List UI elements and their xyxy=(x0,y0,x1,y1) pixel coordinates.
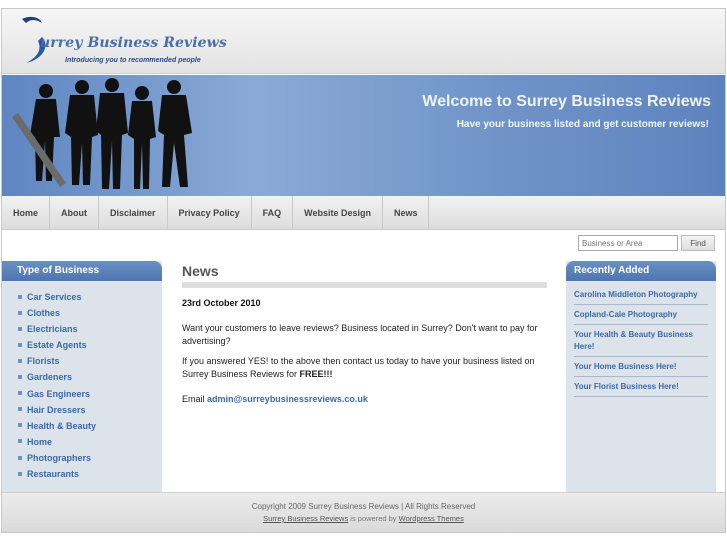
post-paragraph-2-text: If you answered YES! to the above then c… xyxy=(182,356,535,379)
type-of-business-heading: Type of Business xyxy=(2,261,162,281)
main-nav: Home About Disclaimer Privacy Policy FAQ… xyxy=(2,196,725,230)
category-label: Health & Beauty xyxy=(27,420,97,431)
bullet-icon xyxy=(18,375,22,380)
recently-added-list: Carolina Middleton Photography Copland-C… xyxy=(566,281,716,397)
category-label: Florists xyxy=(27,356,60,367)
site-footer: Copyright 2009 Surrey Business Reviews |… xyxy=(2,492,725,532)
recent-item-copland-cale[interactable]: Copland-Cale Photography xyxy=(574,307,708,325)
welcome-banner: Welcome to Surrey Business Reviews Have … xyxy=(2,75,725,196)
category-gardeners[interactable]: Gardeners xyxy=(2,369,162,385)
free-emphasis: FREE!!! xyxy=(299,369,333,379)
nav-privacy-policy[interactable]: Privacy Policy xyxy=(168,196,252,230)
category-restaurants[interactable]: Restaurants xyxy=(2,466,162,482)
bullet-icon xyxy=(18,359,22,363)
email-link[interactable]: admin@surreybusinessreviews.co.uk xyxy=(207,394,368,404)
category-label: Gas Engineers xyxy=(27,388,91,399)
nav-website-design[interactable]: Website Design xyxy=(293,196,383,230)
category-electricians[interactable]: Electricians xyxy=(2,321,162,337)
category-health-beauty[interactable]: Health & Beauty xyxy=(2,418,162,434)
bullet-icon xyxy=(18,407,22,412)
post-date: 23rd October 2010 xyxy=(182,298,261,308)
bullet-icon xyxy=(18,310,22,315)
nav-home[interactable]: Home xyxy=(2,196,51,230)
category-list: Car Services Clothes Electricians Estate… xyxy=(2,281,162,482)
category-photographers[interactable]: Photographers xyxy=(2,450,162,466)
post-paragraph-2: If you answered YES! to the above then c… xyxy=(182,355,547,381)
footer-site-link[interactable]: Surrey Business Reviews xyxy=(263,514,348,523)
post-paragraph-1: Want your customers to leave reviews? Bu… xyxy=(182,323,538,346)
bullet-icon xyxy=(18,294,22,299)
category-label: Home xyxy=(27,436,53,447)
category-label: Electricians xyxy=(27,324,78,335)
bullet-icon xyxy=(18,326,22,331)
page-title: News xyxy=(182,263,219,279)
recently-added-heading: Recently Added xyxy=(566,261,716,281)
footer-theme-link[interactable]: Wordpress Themes xyxy=(399,514,464,523)
recent-item-home-business[interactable]: Your Home Business Here! xyxy=(574,359,708,377)
bullet-icon xyxy=(18,455,22,460)
page-frame: urrey Business Reviews Introducing you t… xyxy=(1,8,726,533)
footer-powered-text: is powered by xyxy=(348,514,399,523)
category-car-services[interactable]: Car Services xyxy=(2,289,162,305)
category-label: Estate Agents xyxy=(27,340,87,351)
category-florists[interactable]: Florists xyxy=(2,353,162,369)
category-hair-dressers[interactable]: Hair Dressers xyxy=(2,402,162,418)
category-label: Gardeners xyxy=(27,372,73,383)
nav-disclaimer[interactable]: Disclaimer xyxy=(99,196,168,230)
category-estate-agents[interactable]: Estate Agents xyxy=(2,337,162,353)
recent-item-florist-business[interactable]: Your Florist Business Here! xyxy=(574,379,708,397)
nav-news[interactable]: News xyxy=(383,196,430,230)
left-sidebar: Type of Business Car Services Clothes El… xyxy=(2,261,162,492)
email-label: Email xyxy=(182,394,208,404)
category-label: Clothes xyxy=(27,308,61,319)
site-header: urrey Business Reviews Introducing you t… xyxy=(2,9,725,74)
category-home[interactable]: Home xyxy=(2,434,162,450)
banner-title: Welcome to Surrey Business Reviews xyxy=(422,93,711,110)
category-label: Hair Dressers xyxy=(27,404,86,415)
site-logo-title[interactable]: urrey Business Reviews xyxy=(40,35,227,51)
bullet-icon xyxy=(18,391,22,396)
post-email-line: Email admin@surreybusinessreviews.co.uk xyxy=(182,393,547,406)
category-clothes[interactable]: Clothes xyxy=(2,305,162,321)
nav-faq[interactable]: FAQ xyxy=(252,196,294,230)
bullet-icon xyxy=(18,423,22,428)
right-sidebar: Recently Added Carolina Middleton Photog… xyxy=(566,261,716,492)
footer-powered-by: Surrey Business Reviews is powered by Wo… xyxy=(2,514,725,523)
bullet-icon xyxy=(18,471,22,476)
recent-item-health-beauty[interactable]: Your Health & Beauty Business Here! xyxy=(574,327,708,357)
find-button[interactable]: Find xyxy=(681,235,715,251)
footer-copyright: Copyright 2009 Surrey Business Reviews |… xyxy=(251,502,476,511)
category-gas-engineers[interactable]: Gas Engineers xyxy=(2,386,162,402)
nav-about[interactable]: About xyxy=(50,196,100,230)
category-label: Car Services xyxy=(27,292,82,302)
category-label: Photographers xyxy=(27,452,92,463)
title-divider xyxy=(182,282,547,288)
workers-silhouette-icon xyxy=(12,78,192,189)
bullet-icon xyxy=(18,342,22,347)
banner-subtitle: Have your business listed and get custom… xyxy=(456,119,709,130)
site-tagline: Introducing you to recommended people xyxy=(65,57,201,64)
recent-item-carolina-middleton[interactable]: Carolina Middleton Photography xyxy=(574,287,708,305)
bullet-icon xyxy=(18,439,22,444)
category-label: Restaurants xyxy=(27,469,80,480)
search-input[interactable] xyxy=(578,235,678,251)
main-content: News 23rd October 2010 Want your custome… xyxy=(182,261,547,413)
